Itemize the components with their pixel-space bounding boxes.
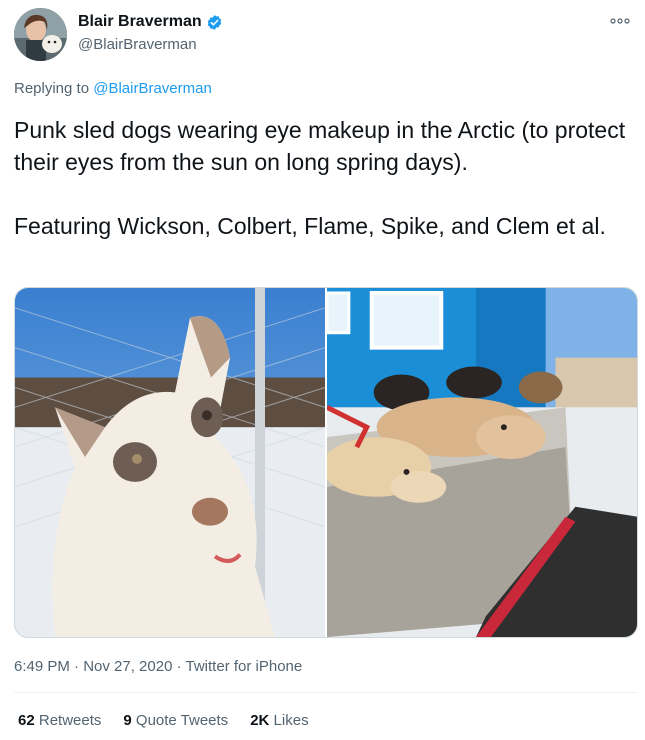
replying-target-link[interactable]: @BlairBraverman: [93, 80, 212, 97]
replying-prefix: Replying to: [14, 80, 90, 97]
verified-badge-icon: [206, 14, 223, 31]
quote-tweets-stat[interactable]: 9 Quote Tweets: [123, 712, 228, 729]
display-name[interactable]: Blair Braverman: [78, 13, 202, 31]
retweets-stat[interactable]: 62 Retweets: [18, 712, 101, 729]
likes-count: 2K: [250, 712, 270, 729]
retweets-label: Retweets: [38, 712, 102, 729]
tweet-stats: 62 Retweets 9 Quote Tweets 2K Likes: [18, 712, 331, 729]
tweet-text: Punk sled dogs wearing eye makeup in the…: [14, 117, 626, 239]
tweet-timestamp[interactable]: 6:49 PM · Nov 27, 2020: [14, 658, 172, 675]
tweet-meta: 6:49 PM · Nov 27, 2020 · Twitter for iPh…: [14, 658, 302, 675]
replying-to: Replying to @BlairBraverman: [14, 80, 212, 97]
more-options-icon[interactable]: [606, 12, 634, 30]
avatar[interactable]: [14, 8, 67, 61]
likes-stat[interactable]: 2K Likes: [250, 712, 308, 729]
likes-label: Likes: [273, 712, 309, 729]
tweet-source[interactable]: Twitter for iPhone: [186, 658, 303, 675]
retweets-count: 62: [18, 712, 35, 729]
author-handle[interactable]: @BlairBraverman: [78, 36, 197, 53]
photo-dog-closeup[interactable]: [15, 288, 325, 637]
tweet-media: [14, 287, 638, 638]
tweet-header: Blair Braverman @BlairBraverman: [14, 8, 634, 64]
quote-tweets-count: 9: [123, 712, 132, 729]
photo-dogs-in-sled[interactable]: [327, 288, 637, 637]
divider: [14, 692, 638, 693]
quote-tweets-label: Quote Tweets: [135, 712, 229, 729]
name-row: Blair Braverman: [78, 13, 223, 31]
meta-separator: ·: [176, 658, 182, 675]
